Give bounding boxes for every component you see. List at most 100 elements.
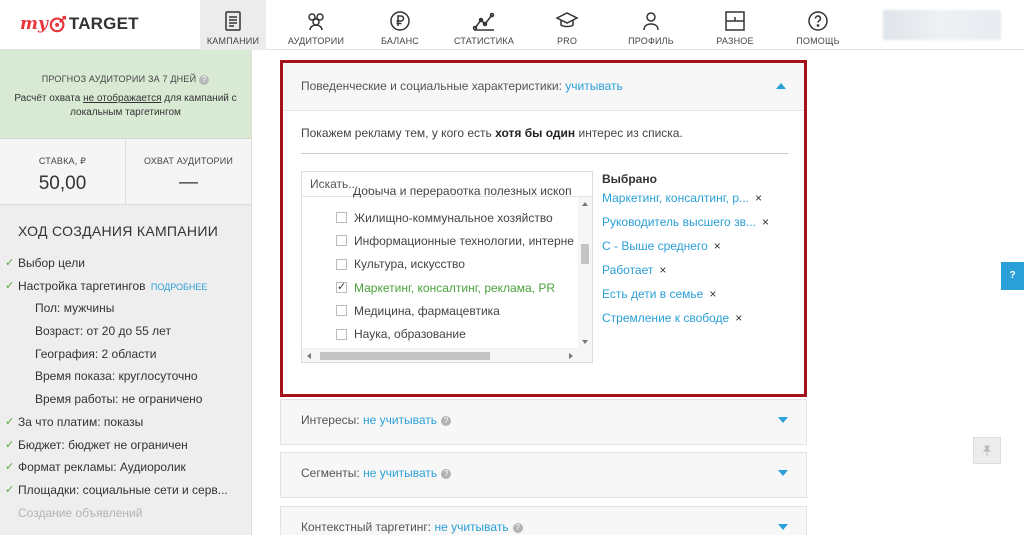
main-menu: КАМПАНИИ АУДИТОРИИ БАЛАНС СТАТИСТИКА PRO… [200, 0, 868, 50]
reach-stat: ОХВАТ АУДИТОРИИ — [125, 139, 251, 204]
scroll-corner [578, 348, 592, 362]
nav-label: СТАТИСТИКА [453, 36, 515, 46]
nav-profile[interactable]: ПРОФИЛЬ [600, 0, 702, 50]
check-icon: ✓ [5, 415, 15, 428]
step-item[interactable]: ✓ Площадки: социальные сети и серв... [0, 479, 251, 502]
mytarget-logo[interactable]: my TARGET [20, 12, 139, 36]
user-icon [643, 12, 659, 31]
list-item[interactable]: Информационные технологии, интерне [336, 229, 578, 252]
help-icon[interactable]: ? [441, 468, 452, 479]
audience-forecast: ПРОГНОЗ АУДИТОРИИ ЗА 7 ДНЕЙ? Расчёт охва… [0, 50, 251, 139]
progress-title: ХОД СОЗДАНИЯ КАМПАНИИ [18, 223, 219, 239]
nav-campaigns[interactable]: КАМПАНИИ [200, 0, 266, 50]
selected-title: Выбрано [602, 172, 657, 186]
remove-icon[interactable]: × [714, 234, 721, 258]
step-subitem: Время показа: круглосуточно [35, 369, 198, 384]
audience-icon [308, 13, 324, 31]
details-link[interactable]: ПОДРОБНЕЕ [151, 282, 208, 292]
expand-caret-icon[interactable] [778, 524, 788, 530]
nav-label: КАМПАНИИ [206, 36, 260, 46]
document-icon [225, 11, 241, 31]
vertical-scrollbar[interactable] [578, 197, 592, 349]
scroll-thumb[interactable] [320, 352, 490, 360]
remove-icon[interactable]: × [755, 186, 762, 210]
nav-label: АУДИТОРИИ [287, 36, 345, 46]
section-title: Контекстный таргетинг: [301, 520, 435, 534]
nav-label: БАЛАНС [380, 36, 420, 46]
collapse-caret-icon[interactable] [776, 83, 786, 89]
checkbox[interactable] [336, 305, 347, 317]
selected-items: Выбрано Маркетинг, консалтинг, р... × Рук… [602, 171, 782, 363]
nav-pro[interactable]: PRO [534, 0, 600, 50]
campaign-steps: ✓ Выбор цели ✓ Настройка таргетингов ПОДРО… [0, 252, 251, 524]
logo-target-icon [49, 15, 66, 33]
checkbox-checked[interactable] [336, 280, 347, 294]
remove-icon[interactable]: × [659, 258, 666, 282]
check-icon: ✓ [5, 279, 15, 292]
behavioral-targeting-panel: Поведенческие и социальные характеристик… [280, 60, 807, 397]
section-status[interactable]: не учитывать [434, 520, 508, 534]
behavioral-targeting-body: Покажем рекламу тем, у кого есть хотя бы… [283, 111, 804, 394]
bid-label: СТАВКА, ₽ [38, 156, 87, 166]
context-targeting-section[interactable]: Контекстный таргетинг: не учитывать? [280, 506, 807, 535]
nav-audiences[interactable]: АУДИТОРИИ [266, 0, 366, 50]
help-icon[interactable]: ? [199, 74, 210, 85]
remove-icon[interactable]: × [709, 282, 716, 306]
account-name-blurred[interactable] [883, 10, 1001, 40]
section-status[interactable]: не учитывать [363, 413, 437, 427]
forecast-note: Расчёт охвата не отображается для кампан… [14, 92, 237, 118]
scroll-left-arrow-icon[interactable] [307, 353, 311, 359]
step-item[interactable]: ✓ За что платим: показы [0, 411, 251, 434]
help-tab[interactable]: ? [1001, 262, 1024, 290]
list-item[interactable]: Медицина, фармацевтика [336, 299, 578, 322]
section-status[interactable]: учитывать [565, 79, 622, 93]
selected-item: Стремление к свободе × [602, 306, 782, 330]
pin-button[interactable] [973, 437, 1001, 464]
list-item[interactable]: Жилищно-коммунальное хозяйство [336, 206, 578, 229]
remove-icon[interactable]: × [762, 210, 769, 234]
nav-statistics[interactable]: СТАТИСТИКА [434, 0, 534, 50]
check-icon: ✓ [5, 438, 15, 451]
scroll-down-arrow-icon[interactable] [582, 340, 588, 344]
selected-item: Руководитель высшего зв... × [602, 210, 782, 234]
section-title: Интересы: [301, 413, 363, 427]
help-icon[interactable]: ? [441, 415, 452, 426]
list-item-selected[interactable]: Маркетинг, консалтинг, реклама, PR [336, 276, 578, 299]
checkbox[interactable] [336, 212, 347, 224]
list-item-partial: Добыча и переработка полезных ископ [353, 188, 572, 198]
scroll-up-arrow-icon[interactable] [582, 202, 588, 206]
divider [301, 153, 788, 154]
step-subitem: Время работы: не ограничено [35, 392, 203, 407]
section-title: Поведенческие и социальные характеристик… [301, 79, 566, 93]
step-item[interactable]: ✓ Настройка таргетингов ПОДРОБНЕЕ [0, 275, 251, 298]
nav-help[interactable]: ПОМОЩЬ [768, 0, 868, 50]
section-status[interactable]: не учитывать [363, 466, 437, 480]
step-item[interactable]: ✓ Бюджет: бюджет не ограничен [0, 434, 251, 457]
list-item[interactable]: Культура, искусство [336, 253, 578, 276]
help-icon[interactable]: ? [512, 522, 523, 533]
expand-caret-icon[interactable] [778, 417, 788, 423]
step-item[interactable]: ✓ Выбор цели [0, 252, 251, 275]
scroll-thumb[interactable] [581, 244, 589, 264]
checkbox[interactable] [336, 258, 347, 270]
scroll-right-arrow-icon[interactable] [569, 353, 573, 359]
checkbox[interactable] [336, 328, 347, 340]
remove-icon[interactable]: × [735, 306, 742, 330]
behavioral-targeting-header[interactable]: Поведенческие и социальные характеристик… [283, 63, 804, 111]
check-icon: ✓ [5, 461, 15, 474]
expand-caret-icon[interactable] [778, 470, 788, 476]
selected-item: С - Выше среднего × [602, 234, 782, 258]
horizontal-scrollbar[interactable] [302, 348, 578, 362]
chart-line-icon [472, 12, 495, 31]
checkbox[interactable] [336, 235, 347, 247]
list-item[interactable]: Наука, образование [336, 322, 578, 345]
step-item[interactable]: ✓ Формат рекламы: Аудиоролик [0, 456, 251, 479]
nav-misc[interactable]: РАЗНОЕ [702, 0, 768, 50]
interests-section[interactable]: Интересы: не учитывать? [280, 399, 807, 445]
segments-section[interactable]: Сегменты: не учитывать? [280, 452, 807, 498]
selected-item: Есть дети в семье × [602, 282, 782, 306]
grid-box-icon [725, 11, 745, 31]
selected-item: Работает × [602, 258, 782, 282]
logo-target-text: TARGET [68, 14, 139, 33]
nav-balance[interactable]: БАЛАНС [366, 0, 434, 50]
